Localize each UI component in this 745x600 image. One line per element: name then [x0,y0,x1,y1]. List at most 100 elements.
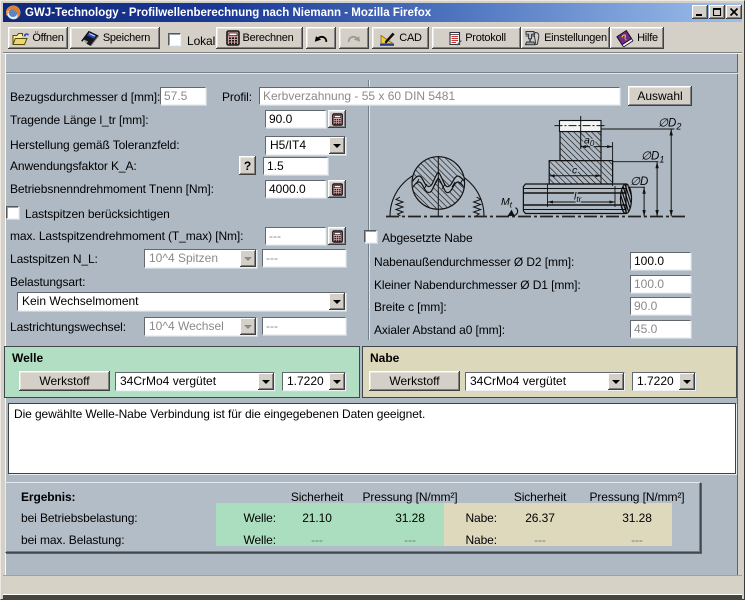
calculator-icon [331,229,343,243]
redo-arrow-icon [347,35,361,42]
dropdown-arrow-icon [240,318,256,335]
load-type-combo-value: Kein Wechselmoment [22,294,139,308]
dim-d1-label: ∅D1 [641,151,664,165]
result-message-box[interactable]: Die gewählte Welle-Nabe Verbindung ist f… [8,403,736,474]
dropdown-arrow-icon[interactable] [258,373,274,390]
close-button[interactable] [726,5,742,19]
load-type-combo[interactable]: Kein Wechselmoment [17,292,346,311]
results-col-hub-pressure: Pressung [N/mm²] [589,490,685,504]
length-calc-button[interactable] [328,110,346,128]
dropdown-arrow-icon[interactable] [329,293,345,310]
length-field[interactable]: 90.0 [265,110,326,128]
shaft-material-combo[interactable]: 34CrMo4 vergütet [115,372,275,391]
undo-arrow-icon [314,35,328,42]
close-icon [729,7,739,17]
row-max-label: bei max. Belastung: [21,533,125,547]
dim-d-label: ∅D [630,176,648,188]
dim-d2-label: ∅D2 [658,118,681,132]
minimize-button[interactable] [692,5,708,19]
protocol-button[interactable]: Protokoll [432,27,521,49]
select-profile-button[interactable]: Auswahl [628,86,692,106]
load-peaks-checkbox[interactable] [6,206,19,219]
results-col-shaft-safety: Sicherheit [290,490,344,504]
shaft-material-number-combo[interactable]: 1.7220 [282,372,346,391]
hub-outer-diameter-field[interactable]: 100.0 [630,252,691,270]
help-button[interactable]: ? Hilfe [610,27,664,49]
protocol-button-label: Protokoll [465,32,506,44]
max-torque-field[interactable]: --- [265,227,326,245]
document-icon [449,31,463,46]
row-max-shaft-label: Welle: [243,533,276,547]
hub-material-number-value: 1.7220 [637,374,674,388]
hub-small-diameter-field[interactable]: 100.0 [630,275,691,293]
open-button[interactable]: Öffnen [8,27,68,49]
stepped-hub-checkbox[interactable] [364,230,377,243]
peaks-combo[interactable]: 10^4 Spitzen [144,249,257,268]
dropdown-arrow-icon[interactable] [608,373,624,390]
row-operating-hub-label: Nabe: [465,511,497,525]
undo-button[interactable] [306,27,336,49]
max-torque-calc-button[interactable] [328,227,346,245]
dim-mt-label: Mt [501,196,513,210]
calculate-button[interactable]: Berechnen [216,27,303,49]
operating-shaft-pressure: 31.28 [395,511,425,525]
floppy-disk-icon [80,30,99,46]
form-top-divider [6,72,738,74]
ref-diameter-field[interactable]: 57.5 [160,87,206,105]
book-icon: ? [616,29,634,47]
local-checkbox[interactable] [168,33,181,46]
redo-button[interactable] [339,27,369,49]
row-operating-label: bei Betriebsbelastung: [21,511,138,525]
hub-width-field[interactable]: 90.0 [630,297,691,315]
direction-combo[interactable]: 10^4 Wechsel [144,317,257,336]
shaft-material-button[interactable]: Werkstoff [19,371,110,391]
hub-axial-field[interactable]: 45.0 [630,320,691,338]
hub-axial-label: Axialer Abstand a0 [mm]: [374,323,505,337]
hub-material-combo[interactable]: 34CrMo4 vergütet [465,372,625,391]
hub-material-button[interactable]: Werkstoff [369,371,460,391]
side-view [507,116,675,217]
peaks-count-field[interactable]: --- [262,249,346,267]
max-shaft-safety: --- [311,533,323,547]
dropdown-arrow-icon[interactable] [329,137,345,154]
tools-icon [524,30,540,45]
status-bar [3,575,742,594]
torque-calc-button[interactable] [328,180,346,198]
torque-field[interactable]: 4000.0 [265,180,326,198]
cross-section-view [389,156,485,217]
shaft-hub-drawing: a0 c ltr Mt ∅D2 ∅D1 ∅D [386,116,685,218]
app-factor-help-button[interactable]: ? [239,156,256,175]
direction-label: Lastrichtungswechsel: [10,320,126,334]
save-button[interactable]: Speichern [70,27,160,49]
calculator-icon [331,182,343,196]
length-label: Tragende Länge l_tr [mm]: [10,113,149,127]
result-message: Die gewählte Welle-Nabe Verbindung ist f… [14,407,426,421]
operating-hub-safety: 26.37 [525,511,555,525]
drawing-pen-icon [380,32,395,46]
app-factor-field[interactable]: 1.5 [263,157,328,175]
open-folder-icon [12,32,30,45]
maximize-button[interactable] [709,5,725,19]
results-col-shaft-pressure: Pressung [N/mm²] [362,490,458,504]
settings-button[interactable]: Einstellungen [521,27,610,49]
app-factor-label: Anwendungsfaktor K_A: [10,159,137,173]
cad-button[interactable]: CAD [372,27,429,49]
tolerance-combo[interactable]: H5/IT4 [265,136,346,155]
dropdown-arrow-icon[interactable] [679,373,695,390]
profile-field[interactable]: Kerbverzahnung - 55 x 60 DIN 5481 [259,87,620,105]
tolerance-label: Herstellung gemäß Toleranzfeld: [10,138,180,152]
dropdown-arrow-icon[interactable] [329,373,345,390]
help-button-label: Hilfe [637,32,658,44]
maximize-icon [712,7,722,17]
shaft-material-combo-value: 34CrMo4 vergütet [120,374,217,388]
max-torque-label: max. Lastspitzendrehmoment (T_max) [Nm]: [10,229,244,243]
hub-outer-diameter-label: Nabenaußendurchmesser Ø D2 [mm]: [374,255,575,269]
operating-hub-pressure: 31.28 [622,511,652,525]
tolerance-combo-value: H5/IT4 [270,138,307,152]
hub-material-combo-value: 34CrMo4 vergütet [470,374,567,388]
direction-count-field[interactable]: --- [262,317,346,335]
hub-material-number-combo[interactable]: 1.7220 [632,372,696,391]
window-title: GWJ-Technology - Profilwellenberechnung … [25,6,432,19]
operating-shaft-safety: 21.10 [302,511,332,525]
peaks-label: Lastspitzen N_L: [10,252,98,266]
